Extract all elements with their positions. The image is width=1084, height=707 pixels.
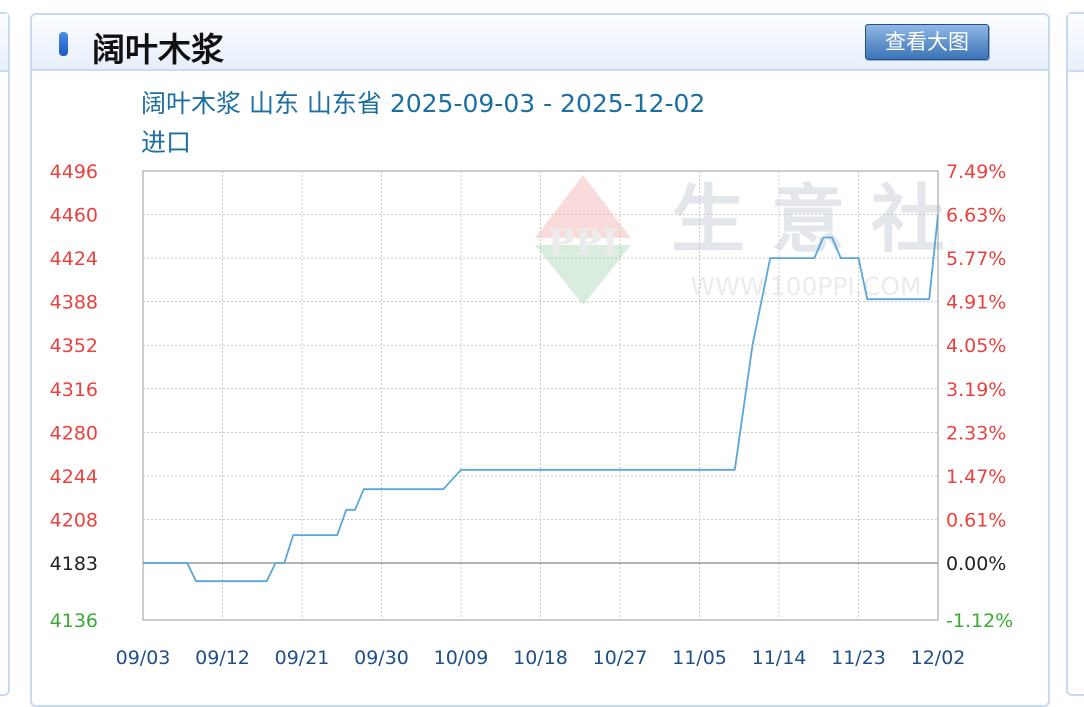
x-tick-label: 09/03 [116,647,171,669]
y-left-tick-label: 4183 [50,553,98,575]
x-tick-label: 10/27 [593,647,648,669]
y-left-tick-label: 4424 [50,248,98,270]
chart-title: 阔叶木浆 山东 山东省 2025-09-03 - 2025-12-02 [141,89,705,118]
x-tick-label: 12/02 [911,647,966,669]
x-tick-label: 09/30 [354,647,409,669]
x-tick-label: 11/14 [752,647,807,669]
y-right-tick-label: 1.47% [946,466,1006,488]
price-chart: PPI 生 意 社WWW.100PPI.COM09/03 09/12 09/21 09/… [50,89,1014,669]
watermark-url: WWW.100PPI.COM [690,272,921,301]
y-right-tick-label: 4.05% [946,335,1006,357]
y-right-tick-label: 4.91% [946,292,1006,314]
y-right-tick-label: 3.19% [946,379,1006,401]
x-tick-label: 09/21 [275,647,330,669]
y-left-tick-label: 4388 [50,292,98,314]
series-line [143,214,939,583]
y-left-tick-label: 4460 [50,205,98,227]
x-tick-label: 10/09 [434,647,489,669]
y-left-tick-label: 4496 [50,161,98,183]
x-tick-label: 09/12 [195,647,250,669]
y-left-tick-label: 4136 [50,610,98,632]
y-right-tick-label: 0.61% [946,509,1006,531]
x-tick-label: 10/18 [513,647,568,669]
watermark-brand: 生 意 社 [671,177,945,263]
y-left-tick-label: 4316 [50,379,98,401]
y-left-tick-label: 4280 [50,422,98,444]
y-right-tick-label: -1.12% [946,610,1013,632]
y-left-tick-label: 4208 [50,509,98,531]
y-left-tick-label: 4244 [50,466,98,488]
y-right-tick-label: 2.33% [946,422,1006,444]
y-right-tick-label: 0.00% [946,553,1006,575]
y-right-tick-label: 7.49% [946,161,1006,183]
chart-subtitle: 进口 [141,128,191,157]
x-tick-label: 11/05 [672,647,727,669]
y-right-tick-label: 6.63% [946,205,1006,227]
y-right-tick-label: 5.77% [946,248,1006,270]
y-left-tick-label: 4352 [50,335,98,357]
x-tick-label: 11/23 [831,647,886,669]
watermark: PPI 生 意 社WWW.100PPI.COM [535,175,945,305]
